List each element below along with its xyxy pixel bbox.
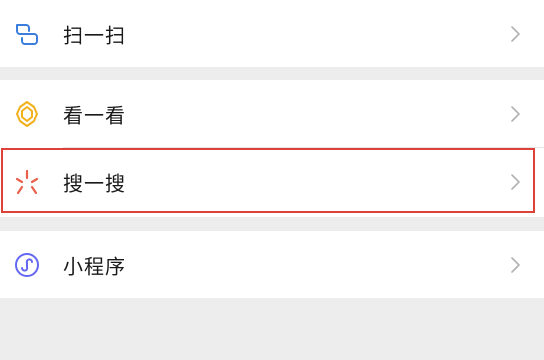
mini-program-icon [13, 251, 41, 279]
chevron-right-icon [510, 255, 522, 275]
menu-item-mini-program[interactable]: 小程序 [0, 231, 544, 298]
menu-item-search[interactable]: 搜一搜 [0, 147, 544, 216]
top-stories-icon [13, 100, 41, 128]
menu-item-label-mini-program: 小程序 [63, 254, 126, 278]
group-mini-program: 小程序 [0, 231, 544, 298]
chevron-right-icon [510, 104, 522, 124]
menu-item-scan[interactable]: 扫一扫 [0, 0, 544, 67]
chevron-right-icon [510, 24, 522, 44]
scan-icon [13, 20, 41, 48]
group-scan: 扫一扫 [0, 0, 544, 67]
menu-item-label-top-stories: 看一看 [63, 103, 126, 127]
menu-item-label-scan: 扫一扫 [63, 23, 126, 47]
chevron-right-icon [510, 172, 522, 192]
menu-item-top-stories[interactable]: 看一看 [0, 80, 544, 147]
menu-item-label-search: 搜一搜 [63, 171, 126, 195]
search-sparkle-icon [13, 168, 41, 196]
discover-screen: 扫一扫 看一看 搜一搜 小程序 [0, 0, 544, 360]
group-discover: 看一看 搜一搜 [0, 80, 544, 217]
